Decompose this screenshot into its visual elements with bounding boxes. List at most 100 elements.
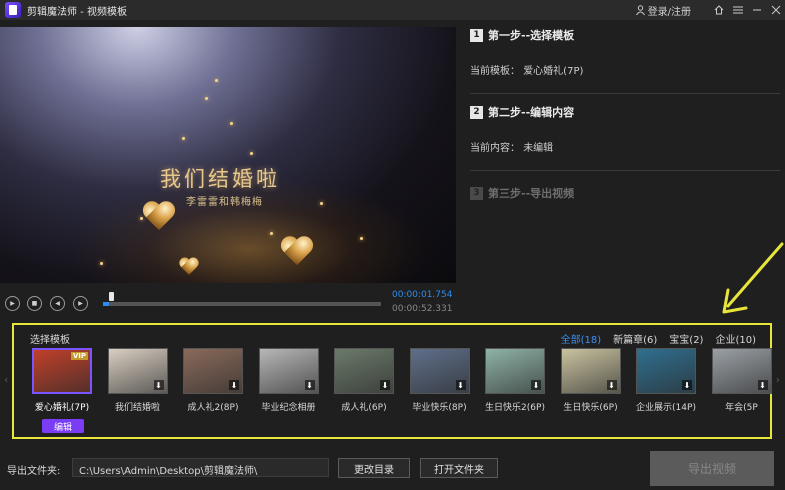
step1-value: 爱心婚礼(7P) (523, 66, 584, 77)
template-card[interactable]: ⬇ 年会(5P (711, 348, 772, 413)
playback-controls: ▶ ■ ◀ ▶ 00:00:01.754 00:00:52.331 (0, 290, 456, 320)
user-icon (635, 5, 645, 15)
download-icon[interactable]: ⬇ (455, 380, 466, 390)
download-icon[interactable]: ⬇ (304, 380, 315, 390)
divider (470, 93, 780, 94)
template-thumbnail[interactable]: ⬇ (258, 348, 319, 394)
download-icon[interactable]: ⬇ (229, 380, 239, 390)
current-time: 00:00:01.754 (392, 290, 453, 300)
template-thumbnail[interactable]: ⬇ (636, 348, 696, 394)
menu-icon[interactable] (728, 0, 747, 20)
progress-handle[interactable] (109, 292, 114, 301)
video-subtitle-text: 李雷雷和韩梅梅 (186, 197, 263, 208)
play-button[interactable]: ▶ (5, 296, 20, 311)
sparkle (250, 152, 253, 155)
download-icon[interactable]: ⬇ (153, 380, 164, 390)
video-title-text: 我们结婚啦 (160, 167, 280, 191)
download-icon[interactable]: ⬇ (531, 380, 541, 390)
minimize-icon[interactable] (747, 0, 766, 20)
template-panel: 选择模板 全部(18) 新篇章(6) 宝宝(2) 企业(10) ‹ › VIP 爱… (4, 323, 780, 439)
app-logo-icon (5, 2, 21, 18)
template-card[interactable]: ⬇ 成人礼(6P) (334, 348, 394, 413)
template-name: 我们结婚啦 (114, 403, 160, 413)
step2-title: 第二步--编辑内容 (488, 106, 575, 119)
home-icon[interactable] (709, 0, 728, 20)
heart-icon (142, 202, 176, 232)
template-card[interactable]: VIP 爱心婚礼(7P) (32, 348, 92, 413)
download-icon[interactable]: ⬇ (380, 380, 390, 390)
step1-key: 当前模板： (470, 66, 520, 77)
progress-fill (103, 302, 109, 306)
total-time: 00:00:52.331 (392, 304, 453, 314)
template-name: 成人礼2(8P) (187, 403, 239, 413)
output-folder-label: 导出文件夹: (7, 466, 61, 477)
step3-header: 3 第三步--导出视频 (470, 185, 780, 201)
step3-number: 3 (470, 186, 483, 200)
annotation-arrow-icon (722, 242, 784, 314)
filter-new-chapter[interactable]: 新篇章(6) (613, 331, 657, 346)
template-thumbnail[interactable]: ⬇ (334, 348, 394, 394)
heart-icon (179, 258, 199, 276)
title-bar: 剪辑魔法师 - 视频模板 登录/注册 (0, 0, 785, 20)
template-card[interactable]: ⬇ 企业展示(14P) (636, 348, 696, 413)
template-thumbnail[interactable]: ⬇ (409, 348, 470, 394)
template-thumbnail[interactable]: ⬇ (183, 348, 243, 394)
filter-all[interactable]: 全部(18) (561, 331, 602, 346)
template-card[interactable]: ⬇ 生日快乐(6P) (560, 348, 621, 413)
template-name: 毕业纪念相册 (261, 403, 316, 413)
progress-bar[interactable] (103, 302, 381, 306)
template-thumbnail[interactable]: ⬇ (107, 348, 168, 394)
template-thumbnail[interactable]: ⬇ (711, 348, 772, 394)
edit-button[interactable]: 编辑 (42, 419, 84, 433)
template-thumbnail[interactable]: VIP (32, 348, 92, 394)
download-icon[interactable]: ⬇ (606, 380, 617, 390)
template-card[interactable]: ⬇ 生日快乐2(6P) (485, 348, 545, 413)
window-title: 剪辑魔法师 - 视频模板 (27, 6, 127, 18)
scroll-right-icon[interactable]: › (776, 373, 780, 386)
step1-title: 第一步--选择模板 (488, 29, 575, 42)
filter-business[interactable]: 企业(10) (715, 331, 756, 346)
sparkle (270, 232, 273, 235)
step2-key: 当前内容： (470, 143, 520, 154)
step1-header: 1 第一步--选择模板 (470, 27, 780, 43)
change-directory-button[interactable]: 更改目录 (338, 458, 410, 478)
video-preview[interactable]: 我们结婚啦 李雷雷和韩梅梅 (0, 27, 456, 283)
template-card[interactable]: ⬇ 毕业纪念相册 (258, 348, 319, 413)
template-name: 生日快乐2(6P) (485, 403, 545, 413)
template-name: 企业展示(14P) (636, 403, 696, 413)
template-card[interactable]: ⬇ 成人礼2(8P) (183, 348, 243, 413)
export-video-button[interactable]: 导出视频 (650, 451, 774, 486)
stop-button[interactable]: ■ (27, 296, 42, 311)
login-label: 登录/注册 (647, 6, 691, 18)
template-card[interactable]: ⬇ 毕业快乐(8P) (409, 348, 470, 413)
template-name: 成人礼(6P) (341, 403, 387, 413)
filter-baby[interactable]: 宝宝(2) (669, 331, 703, 346)
template-name: 爱心婚礼(7P) (34, 403, 90, 413)
step2-info: 当前内容： 未编辑 (470, 139, 780, 154)
template-card[interactable]: ⬇ 我们结婚啦 (107, 348, 168, 413)
login-button[interactable]: 登录/注册 (635, 3, 691, 18)
template-thumbnail[interactable]: ⬇ (560, 348, 621, 394)
template-name: 毕业快乐(8P) (412, 403, 467, 413)
step1-number: 1 (470, 28, 483, 42)
download-icon[interactable]: ⬇ (682, 380, 692, 390)
step2-number: 2 (470, 105, 483, 119)
scroll-left-icon[interactable]: ‹ (4, 373, 8, 386)
template-name: 生日快乐(6P) (563, 403, 618, 413)
output-path-field[interactable]: C:\Users\Admin\Desktop\剪辑魔法师\ (72, 458, 329, 477)
step2-value: 未编辑 (523, 143, 554, 154)
download-icon[interactable]: ⬇ (757, 380, 768, 390)
next-frame-button[interactable]: ▶ (73, 296, 88, 311)
step2-header: 2 第二步--编辑内容 (470, 104, 780, 120)
sparkle (182, 137, 185, 140)
open-folder-button[interactable]: 打开文件夹 (420, 458, 498, 478)
template-filters: 全部(18) 新篇章(6) 宝宝(2) 企业(10) (561, 331, 756, 346)
sparkle (230, 122, 233, 125)
sparkle (360, 237, 363, 240)
template-thumbnail[interactable]: ⬇ (485, 348, 545, 394)
close-icon[interactable] (766, 0, 785, 20)
step1-info: 当前模板： 爱心婚礼(7P) (470, 62, 780, 77)
sparkle (205, 97, 208, 100)
sparkle (215, 79, 218, 82)
prev-frame-button[interactable]: ◀ (50, 296, 65, 311)
